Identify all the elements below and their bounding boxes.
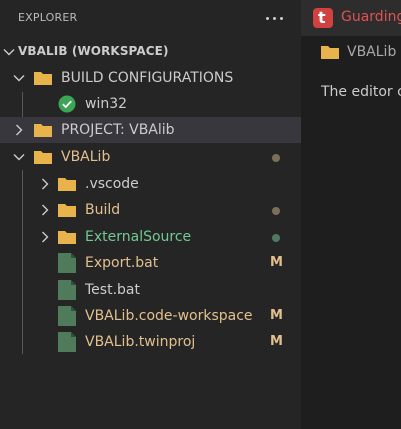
modified-dot: [272, 154, 280, 162]
chevron-down-icon: [3, 49, 15, 56]
tree-item-label: win32: [85, 96, 128, 112]
modified-badge: M: [270, 255, 283, 270]
file-icon: [58, 306, 76, 326]
editor-area: t Guarding VBALib The editor c: [301, 0, 401, 429]
tree-item-test-bat[interactable]: Test.bat: [0, 277, 301, 303]
ellipsis-icon: [266, 17, 269, 20]
tree-item-externalsource[interactable]: ExternalSource: [0, 224, 301, 250]
tree-item-project-vbalib[interactable]: PROJECT: VBAlib: [0, 117, 301, 143]
chevron-down-icon: [13, 75, 25, 82]
tree-item-vbalib[interactable]: VBALib: [0, 144, 301, 170]
breadcrumb-label: VBALib: [347, 44, 397, 60]
workspace-section-header[interactable]: VBALIB (WORKSPACE): [0, 40, 301, 64]
file-icon: [58, 332, 76, 352]
editor-message: The editor c: [321, 84, 401, 100]
tab-title: Guarding: [341, 9, 401, 25]
batch-file-icon: [58, 280, 76, 300]
tree-item-label: VBALib.code-workspace: [85, 308, 253, 324]
tree-item-label: VBALib: [61, 149, 111, 165]
editor-tab[interactable]: t Guarding: [301, 0, 401, 36]
more-actions-button[interactable]: [264, 10, 284, 26]
tree-item-code-workspace[interactable]: VBALib.code-workspace M: [0, 303, 301, 329]
check-circle-icon: [58, 95, 76, 113]
batch-file-icon: [58, 253, 76, 273]
tree-item-win32[interactable]: win32: [0, 91, 301, 117]
modified-dot: [272, 207, 280, 215]
folder-icon: [58, 178, 76, 191]
explorer-title: EXPLORER: [18, 11, 78, 24]
untracked-dot: [272, 234, 280, 242]
folder-icon: [34, 72, 52, 85]
chevron-right-icon: [42, 178, 49, 190]
modified-badge: M: [270, 308, 283, 323]
tree-item-label: Build: [85, 202, 121, 218]
tree-item-label: BUILD CONFIGURATIONS: [61, 70, 234, 86]
folder-icon: [58, 204, 76, 217]
tree-item-label: ExternalSource: [85, 229, 192, 245]
sidebar-header: EXPLORER: [0, 0, 301, 36]
chevron-right-icon: [16, 124, 23, 136]
workspace-title: VBALIB (WORKSPACE): [18, 44, 169, 58]
folder-icon: [34, 124, 52, 137]
chevron-down-icon: [13, 154, 25, 161]
vscode-window: EXPLORER VBALIB (WORKSPACE) BUILD CONFIG…: [0, 0, 401, 429]
tree-item-build[interactable]: Build: [0, 197, 301, 223]
chevron-right-icon: [42, 204, 49, 216]
tree-item-vscode[interactable]: .vscode: [0, 171, 301, 197]
twinbasic-icon: t: [313, 8, 333, 28]
tree-item-label: .vscode: [85, 176, 139, 192]
tree-item-build-configurations[interactable]: BUILD CONFIGURATIONS: [0, 65, 301, 91]
tree-item-label: Export.bat: [85, 255, 159, 271]
folder-icon: [58, 231, 76, 244]
folder-icon: [34, 151, 52, 164]
folder-icon: [321, 46, 339, 59]
breadcrumb[interactable]: VBALib: [301, 38, 401, 66]
tree-item-twinproj[interactable]: VBALib.twinproj M: [0, 329, 301, 355]
tree-item-label: Test.bat: [85, 282, 140, 298]
tree-item-label: VBALib.twinproj: [85, 334, 196, 350]
modified-badge: M: [270, 334, 283, 349]
tree-item-label: PROJECT: VBAlib: [61, 122, 175, 138]
explorer-sidebar: EXPLORER VBALIB (WORKSPACE) BUILD CONFIG…: [0, 0, 301, 429]
tree-item-export-bat[interactable]: Export.bat M: [0, 250, 301, 276]
chevron-right-icon: [42, 231, 49, 243]
